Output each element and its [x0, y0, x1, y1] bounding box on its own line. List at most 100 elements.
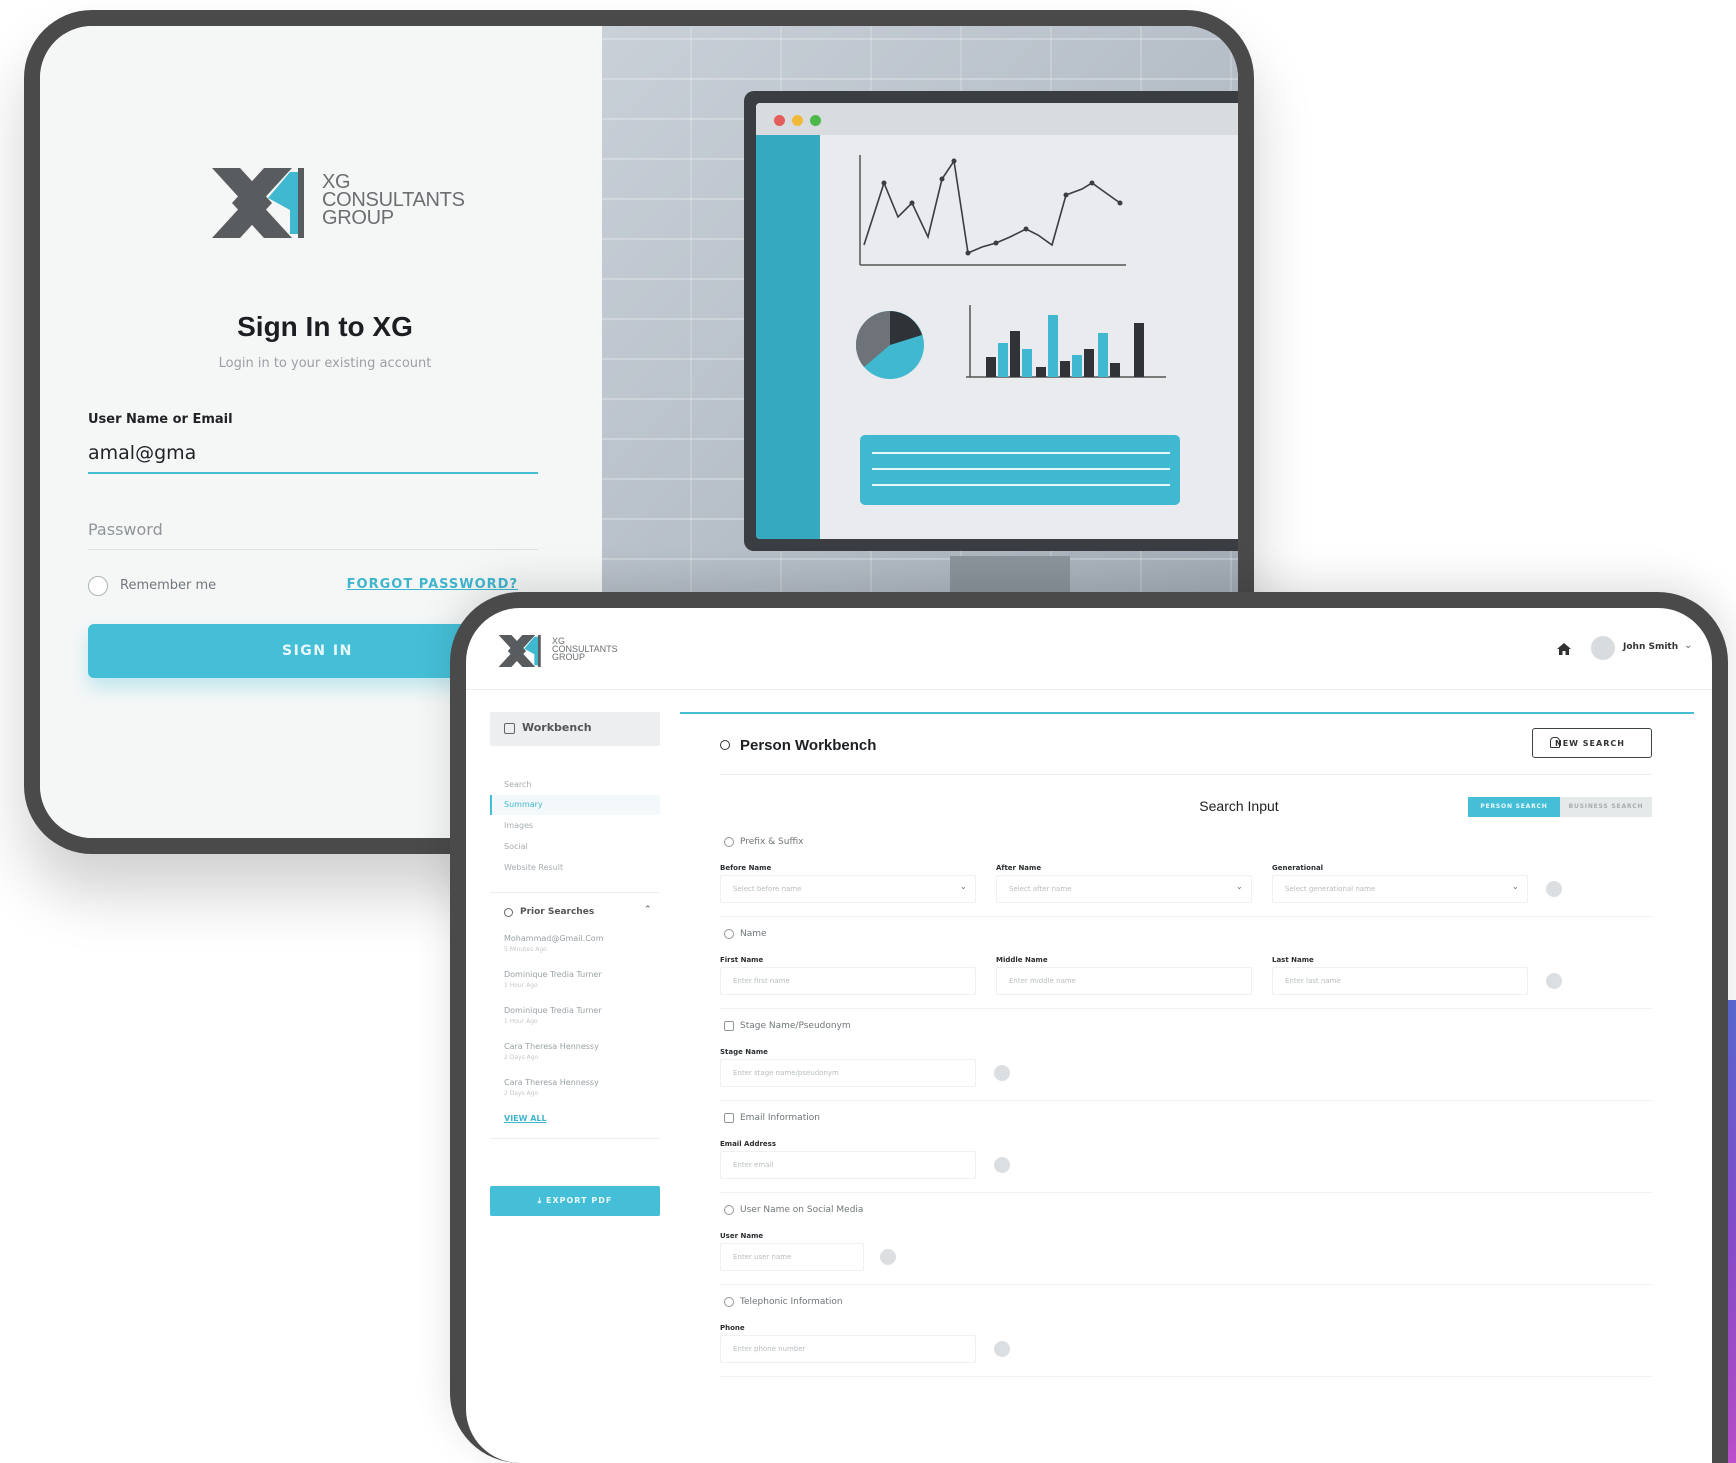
monitor-sidebar [756, 135, 820, 539]
sidebar-item-website-result[interactable]: Website Result [504, 863, 563, 872]
prior-search-time: 2 Days Ago [504, 1054, 539, 1061]
view-all-link[interactable]: VIEW ALL [504, 1114, 547, 1123]
sidebar-workbench-label: Workbench [522, 721, 592, 734]
section-divider [720, 1008, 1652, 1009]
monitor-titlebar [756, 103, 1238, 135]
chevron-down-icon[interactable]: ⌄ [1684, 640, 1692, 651]
user-icon [724, 929, 734, 939]
remember-me-label: Remember me [120, 578, 217, 593]
last-name-input[interactable] [1272, 967, 1528, 995]
logo-line-3: GROUP [322, 207, 394, 229]
prior-search-item[interactable]: Dominique Tredia Turner [504, 970, 602, 979]
export-pdf-button[interactable]: ⤓ EXPORT PDF [490, 1186, 660, 1216]
minimize-dot-icon [792, 115, 803, 126]
monitor [744, 91, 1238, 551]
sidebar-item-social[interactable]: Social [504, 842, 528, 851]
phone-label: Phone [720, 1324, 745, 1332]
after-name-label: After Name [996, 864, 1042, 872]
section-title-prefix: Prefix & Suffix [740, 837, 804, 847]
forgot-password-link[interactable]: FORGOT PASSWORD? [347, 577, 518, 592]
prior-search-item[interactable]: Cara Theresa Hennessy [504, 1078, 599, 1087]
sidebar-divider [490, 1138, 660, 1139]
add-field-icon[interactable] [1546, 881, 1562, 897]
section-divider [720, 1376, 1652, 1377]
add-field-icon[interactable] [1546, 973, 1562, 989]
sidebar-item-images[interactable]: Images [504, 821, 533, 830]
chevron-down-icon: ⌄ [1236, 882, 1243, 891]
search-icon [720, 740, 730, 750]
prior-search-item[interactable]: Dominique Tredia Turner [504, 1006, 602, 1015]
section-title-stage: Stage Name/Pseudonym [740, 1021, 851, 1031]
section-title-email: Email Information [740, 1113, 820, 1123]
last-name-label: Last Name [1272, 956, 1314, 964]
chevron-up-icon[interactable]: ⌃ [644, 905, 652, 915]
after-name-select[interactable] [996, 875, 1252, 903]
prior-search-item[interactable]: Cara Theresa Hennessy [504, 1042, 599, 1051]
user-name[interactable]: John Smith [1623, 642, 1678, 652]
section-divider [720, 1284, 1652, 1285]
phone-icon [724, 1297, 734, 1307]
marketing-composite: XG CONSULTANTS GROUP Sign In to XG Login… [0, 0, 1736, 1463]
stage-name-label: Stage Name [720, 1048, 768, 1056]
prior-search-time: 1 Hour Ago [504, 982, 538, 989]
app-header: XG CONSULTANTS GROUP John Smith ⌄ [466, 608, 1712, 690]
sidebar-item-search[interactable]: Search [504, 780, 531, 789]
id-card-icon [724, 1021, 734, 1031]
phone-input[interactable] [720, 1335, 976, 1363]
sidebar-divider [490, 892, 660, 893]
username-input[interactable] [88, 434, 538, 474]
prior-searches-label: Prior Searches [520, 907, 595, 917]
page-title: Person Workbench [740, 737, 877, 754]
chevron-down-icon: ⌄ [960, 882, 967, 891]
mail-icon [724, 1113, 734, 1123]
middle-name-input[interactable] [996, 967, 1252, 995]
generational-select[interactable] [1272, 875, 1528, 903]
home-icon[interactable] [1556, 641, 1572, 657]
export-pdf-label: EXPORT PDF [546, 1196, 613, 1205]
person-search-tab[interactable]: PERSON SEARCH [1468, 797, 1560, 817]
workbench-tablet-frame: XG CONSULTANTS GROUP John Smith ⌄ Workbe… [450, 592, 1728, 1463]
main-divider [720, 774, 1652, 775]
section-title-phone: Telephonic Information [740, 1297, 843, 1307]
middle-name-label: Middle Name [996, 956, 1048, 964]
add-field-icon[interactable] [994, 1341, 1010, 1357]
chevron-down-icon: ⌄ [1512, 882, 1519, 891]
add-field-icon[interactable] [994, 1065, 1010, 1081]
user-icon [1550, 737, 1560, 748]
logo-small-line-3: GROUP [552, 652, 586, 662]
signin-subtitle: Login in to your existing account [218, 356, 432, 371]
add-field-icon[interactable] [880, 1249, 896, 1265]
business-search-tab[interactable]: BUSINESS SEARCH [1560, 797, 1652, 817]
user-avatar[interactable] [1591, 636, 1615, 660]
add-field-icon[interactable] [994, 1157, 1010, 1173]
close-dot-icon [774, 115, 785, 126]
password-input[interactable] [88, 510, 538, 550]
prior-search-item[interactable]: Mohammad@Gmail.Com [504, 934, 604, 943]
stage-name-input[interactable] [720, 1059, 976, 1087]
monitor-screen [756, 103, 1238, 539]
first-name-label: First Name [720, 956, 764, 964]
username-label: User Name or Email [88, 412, 233, 427]
globe-icon [724, 1205, 734, 1215]
logo-wordmark: XG CONSULTANTS GROUP [322, 172, 465, 229]
social-username-input[interactable] [720, 1243, 864, 1271]
prior-search-time: 2 Days Ago [504, 1090, 539, 1097]
dashboard-illustration [855, 155, 1180, 505]
download-icon: ⤓ [537, 1196, 546, 1205]
workbench-screen: XG CONSULTANTS GROUP John Smith ⌄ Workbe… [466, 608, 1712, 1463]
email-input[interactable] [720, 1151, 976, 1179]
first-name-input[interactable] [720, 967, 976, 995]
section-divider [720, 916, 1652, 917]
prior-search-time: 1 Hour Ago [504, 1018, 538, 1025]
generational-label: Generational [1272, 864, 1324, 872]
signin-title: Sign In to XG [237, 311, 413, 342]
main-accent-line [680, 712, 1694, 714]
section-title-name: Name [740, 929, 767, 939]
section-divider [720, 1100, 1652, 1101]
section-divider [720, 1192, 1652, 1193]
user-icon [724, 837, 734, 847]
before-name-select[interactable] [720, 875, 976, 903]
remember-me-checkbox[interactable] [88, 576, 108, 596]
maximize-dot-icon [810, 115, 821, 126]
email-label: Email Address [720, 1140, 777, 1148]
